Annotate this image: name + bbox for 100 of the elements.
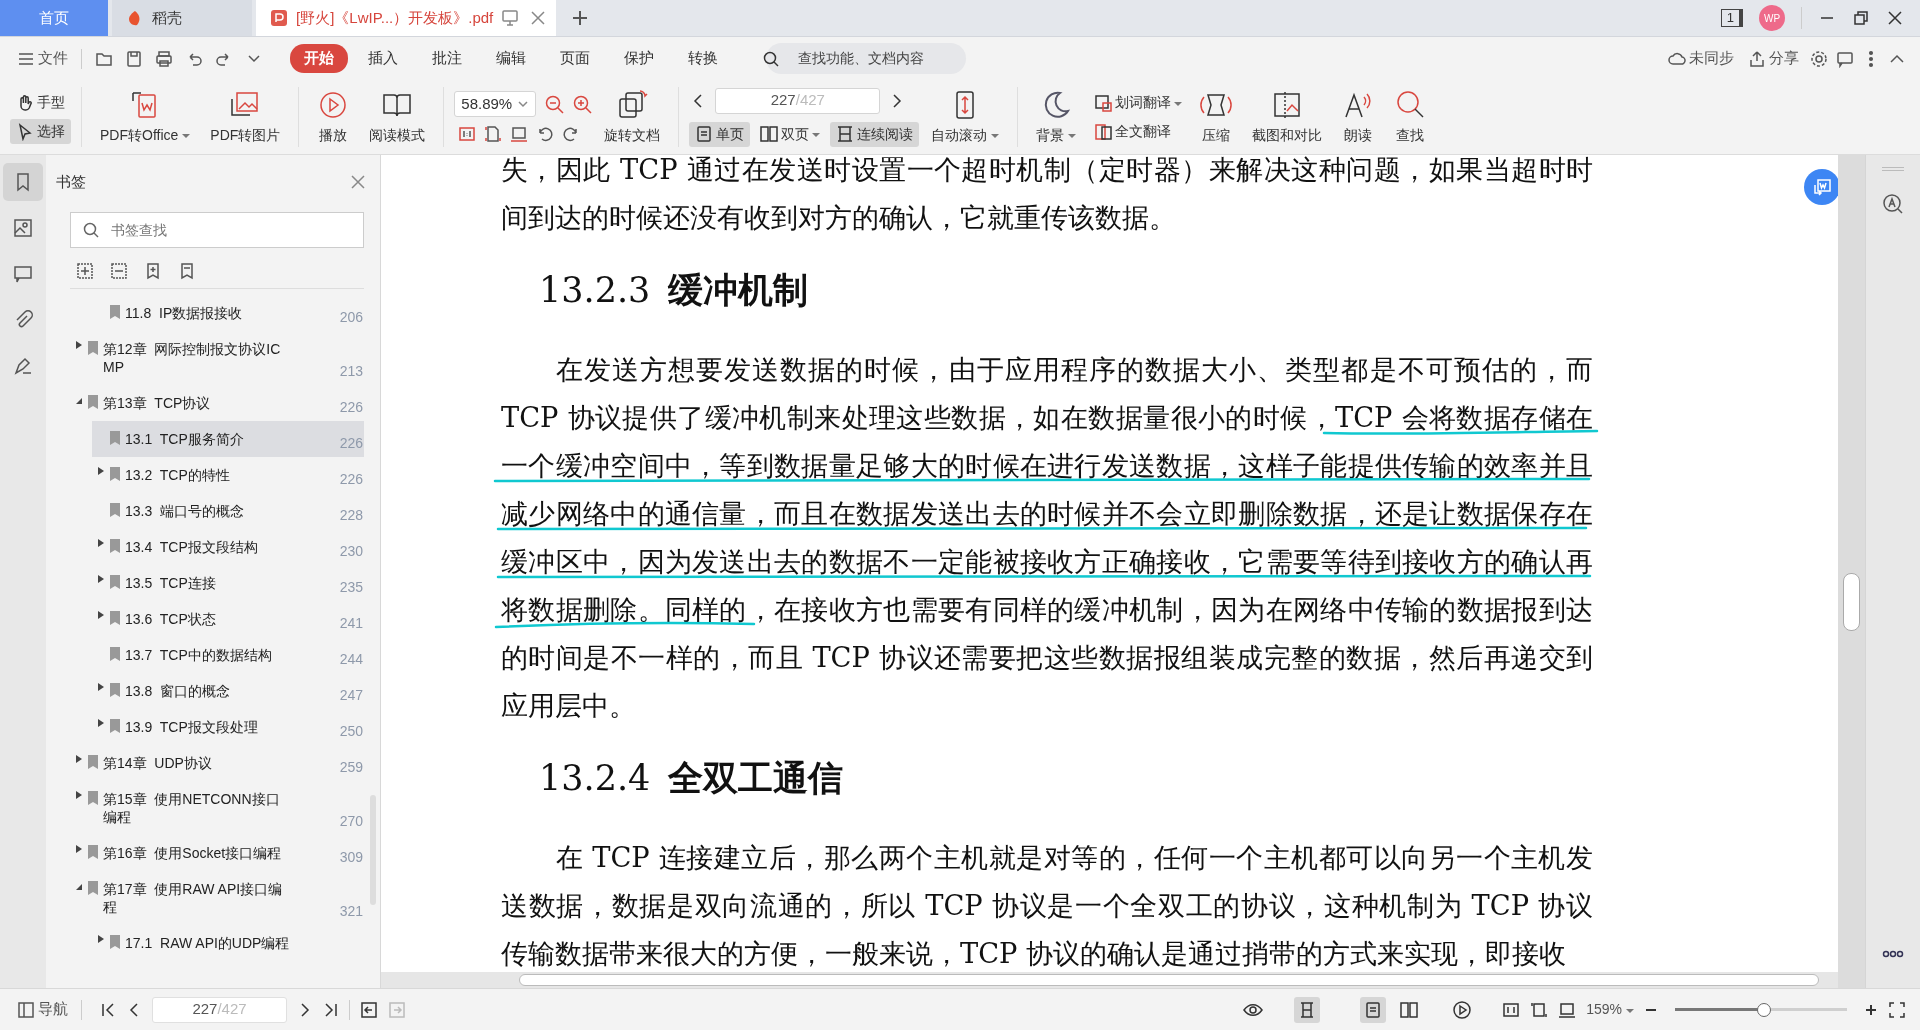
rotate-left-icon[interactable] xyxy=(536,125,555,143)
search-field[interactable]: 查找功能、文档内容 xyxy=(766,43,966,74)
collapsed-toggle-icon[interactable] xyxy=(98,574,104,583)
compress-button[interactable]: 压缩 xyxy=(1192,86,1241,148)
bookmark-icon[interactable] xyxy=(178,261,196,280)
screenshot-compare-button[interactable]: 截图和对比 xyxy=(1244,86,1331,148)
bookmark-item[interactable]: 第15章 使用NETCONN接口编程 270 xyxy=(70,780,364,835)
single-page-button[interactable]: 单页 xyxy=(689,121,751,147)
comment-icon[interactable] xyxy=(1836,49,1854,68)
page-number-field[interactable]: 227/427 xyxy=(715,87,881,114)
two-page-button[interactable]: 双页 xyxy=(754,121,827,147)
bookmark-item[interactable]: 第12章 网际控制报文协议ICMP 213 xyxy=(70,330,364,385)
collapsed-toggle-icon[interactable] xyxy=(98,538,104,547)
fit-width-icon[interactable] xyxy=(1558,1000,1577,1019)
monitor-icon[interactable] xyxy=(501,9,520,27)
bookmark-item[interactable]: 13.6 TCP状态 241 xyxy=(92,600,364,637)
rotate-document-button[interactable]: 旋转文档 xyxy=(596,86,669,148)
bookmark-item[interactable]: 11.8 IP数据报接收 206 xyxy=(92,294,364,331)
collapse-all-icon[interactable] xyxy=(110,261,128,280)
fit-page-icon[interactable] xyxy=(1530,1000,1549,1019)
share-button[interactable]: 分享 xyxy=(1745,44,1802,73)
bookmark-item[interactable]: 13.2 TCP的特性 226 xyxy=(92,456,364,493)
slider-thumb[interactable] xyxy=(1757,1002,1772,1017)
zoom-in-icon[interactable] xyxy=(1864,1002,1878,1017)
play-button[interactable]: 播放 xyxy=(309,86,358,148)
fullscreen-icon[interactable] xyxy=(1888,1000,1906,1019)
hand-tool[interactable]: 手型 xyxy=(10,90,71,115)
bookmark-item[interactable]: 13.3 端口号的概念 228 xyxy=(92,492,364,529)
collapsed-toggle-icon[interactable] xyxy=(76,844,82,853)
add-bookmark-icon[interactable] xyxy=(144,261,162,280)
zoom-dropdown[interactable]: 159% xyxy=(1586,999,1634,1020)
bookmark-item[interactable]: 13.9 TCP报文段处理 250 xyxy=(92,708,364,745)
restore-icon[interactable] xyxy=(1852,9,1870,27)
zoom-slider[interactable] xyxy=(1675,1008,1847,1011)
actual-size-icon[interactable] xyxy=(1502,1000,1521,1019)
horizontal-scrollbar[interactable] xyxy=(381,972,1838,988)
settings-icon[interactable] xyxy=(1810,49,1828,68)
collapsed-toggle-icon[interactable] xyxy=(98,682,104,691)
reading-mode-button[interactable]: 阅读模式 xyxy=(361,86,434,148)
expanded-toggle-icon[interactable] xyxy=(76,397,82,404)
bookmark-item[interactable]: 13.8 窗口的概念 247 xyxy=(92,672,364,709)
auto-scroll-button[interactable]: 自动滚动 xyxy=(923,86,1008,148)
sync-button[interactable]: 未同步 xyxy=(1665,44,1737,73)
collapsed-toggle-icon[interactable] xyxy=(98,466,104,475)
full-translate-button[interactable]: 全文翻译 xyxy=(1088,119,1189,144)
expanded-toggle-icon[interactable] xyxy=(76,883,82,890)
collapsed-toggle-icon[interactable] xyxy=(76,754,82,763)
document-tab[interactable]: 稻壳 xyxy=(112,0,252,36)
word-translate-button[interactable]: 划词翻译 xyxy=(1088,90,1189,115)
fit-width-icon[interactable] xyxy=(510,125,529,143)
vertical-scrollbar[interactable] xyxy=(1838,155,1865,988)
document-tab[interactable]: [野火]《LwIP...）开发板》.pdf xyxy=(256,0,556,36)
collapsed-toggle-icon[interactable] xyxy=(98,934,104,943)
find-button[interactable]: 查找 xyxy=(1386,86,1435,148)
collapsed-toggle-icon[interactable] xyxy=(76,340,82,349)
expand-all-icon[interactable] xyxy=(76,261,94,280)
bookmark-item[interactable]: 第14章 UDP协议 259 xyxy=(70,744,364,781)
play-icon[interactable] xyxy=(1452,999,1473,1020)
last-page-icon[interactable] xyxy=(323,1001,339,1018)
pdf-to-office-button[interactable]: PDF转Office xyxy=(92,86,199,148)
first-page-icon[interactable] xyxy=(100,1001,116,1018)
continuous-reading-button[interactable]: 连续阅读 xyxy=(830,121,920,147)
window-count-icon[interactable]: 1 xyxy=(1720,9,1743,27)
back-icon[interactable] xyxy=(360,1000,378,1019)
select-tool[interactable]: 选择 xyxy=(10,119,71,144)
bookmark-item[interactable]: 13.1 TCP服务简介 226 xyxy=(92,420,364,457)
ribbon-tab[interactable]: 页面 xyxy=(546,44,604,73)
page-number-field[interactable]: 227/427 xyxy=(152,996,287,1023)
bookmark-item[interactable]: 17.1 RAW API的UDP编程 xyxy=(92,924,364,961)
bookmark-item[interactable]: 第16章 使用Socket接口编程 309 xyxy=(70,834,364,871)
ribbon-tab[interactable]: 开始 xyxy=(290,44,348,73)
bookmark-item[interactable]: 13.4 TCP报文段结构 230 xyxy=(92,528,364,565)
fit-page-icon[interactable] xyxy=(484,125,503,143)
zoom-select[interactable]: 58.89% xyxy=(454,91,537,117)
single-page-view-button[interactable] xyxy=(1360,996,1387,1023)
print-icon[interactable] xyxy=(155,49,173,68)
continuous-view-button[interactable] xyxy=(1294,996,1321,1023)
collapsed-toggle-icon[interactable] xyxy=(98,610,104,619)
bookmark-item[interactable]: 13.7 TCP中的数据结构 244 xyxy=(92,636,364,673)
ribbon-tab[interactable]: 插入 xyxy=(354,44,412,73)
bookmark-item[interactable]: 13.5 TCP连接 235 xyxy=(92,564,364,601)
convert-to-word-button[interactable] xyxy=(1804,169,1838,205)
background-button[interactable]: 背景 xyxy=(1028,86,1085,148)
collapsed-toggle-icon[interactable] xyxy=(76,790,82,799)
close-icon[interactable] xyxy=(1886,9,1904,27)
file-menu[interactable]: 文件 xyxy=(14,44,71,73)
collapsed-toggle-icon[interactable] xyxy=(98,718,104,727)
ribbon-tab[interactable]: 批注 xyxy=(418,44,476,73)
bookmark-item[interactable]: 第17章 使用RAW API接口编程 321 xyxy=(70,870,364,925)
navigation-button[interactable]: 导航 xyxy=(14,995,71,1024)
text-search-icon[interactable] xyxy=(1882,193,1904,215)
bookmark-item[interactable]: 第13章 TCP协议 226 xyxy=(70,384,364,421)
read-aloud-button[interactable]: 朗读 xyxy=(1334,86,1383,148)
bookmark-search-field[interactable]: 书签查找 xyxy=(70,211,364,248)
ribbon-tab[interactable]: 保护 xyxy=(610,44,668,73)
save-icon[interactable] xyxy=(125,49,143,68)
pdf-to-image-button[interactable]: PDF转图片 xyxy=(202,86,289,148)
ribbon-tab[interactable]: 编辑 xyxy=(482,44,540,73)
actual-size-icon[interactable] xyxy=(458,125,477,143)
bookmark-tab[interactable] xyxy=(3,163,43,201)
